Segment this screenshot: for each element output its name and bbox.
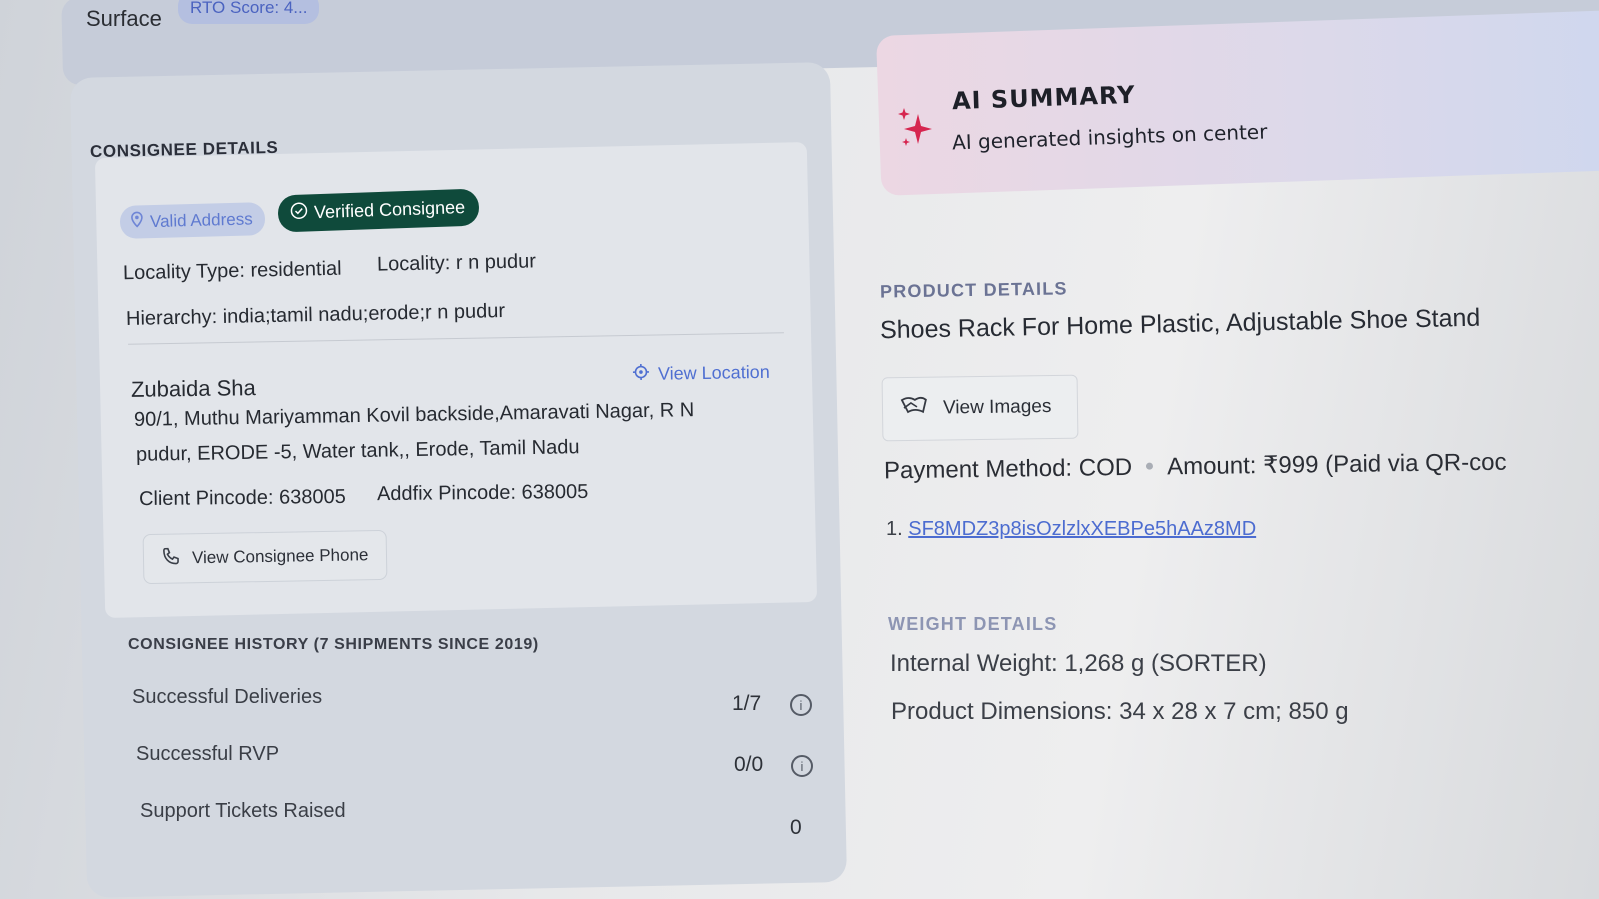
history-value-rvp: 0/0: [734, 753, 764, 776]
valid-address-badge: Valid Address: [119, 202, 266, 239]
phone-icon: [160, 545, 182, 572]
payment-info: Payment Method: COD Amount: ₹999 (Paid vi…: [884, 448, 1507, 486]
sparkle-icon: [896, 106, 936, 150]
consignee-details-title: CONSIGNEE DETAILS: [89, 137, 279, 162]
view-location-link[interactable]: View Location: [632, 361, 770, 386]
verified-consignee-label: Verified Consignee: [313, 196, 466, 223]
tab-surface[interactable]: Surface: [86, 6, 162, 32]
consignee-history-title: CONSIGNEE HISTORY (7 SHIPMENTS SINCE 201…: [128, 636, 539, 653]
weight-details-title: WEIGHT DETAILS: [888, 614, 1058, 634]
client-pincode: Client Pincode: 638005: [138, 485, 346, 511]
history-value-deliveries: 1/7: [732, 692, 762, 715]
view-images-button[interactable]: View Images: [881, 374, 1079, 442]
view-consignee-phone-label: View Consignee Phone: [191, 545, 369, 568]
history-label-deliveries: Successful Deliveries: [132, 686, 323, 708]
awb-index: 1.: [886, 518, 903, 540]
payment-method: Payment Method: COD: [883, 453, 1133, 485]
payment-amount: Amount: ₹999 (Paid via QR-coc: [1166, 448, 1507, 481]
info-icon[interactable]: i: [790, 694, 812, 716]
locality-type: Locality Type: residential: [122, 257, 342, 285]
product-details-title: PRODUCT DETAILS: [879, 278, 1068, 302]
rto-score-badge: RTO Score: 4...: [178, 0, 320, 24]
locality: Locality: r n pudur: [376, 250, 537, 276]
check-circle-icon: [290, 201, 309, 225]
page: Surface RTO Score: 4... CONSIGNEE DETAIL…: [0, 0, 1599, 899]
product-name: Shoes Rack For Home Plastic, Adjustable …: [879, 303, 1481, 345]
history-label-tickets: Support Tickets Raised: [140, 800, 346, 822]
history-label-rvp: Successful RVP: [136, 743, 280, 765]
verified-consignee-badge: Verified Consignee: [277, 188, 480, 233]
view-consignee-phone-button[interactable]: View Consignee Phone: [142, 529, 388, 585]
valid-address-label: Valid Address: [149, 208, 253, 231]
separator-dot: [1146, 462, 1154, 470]
consignee-name: Zubaida Sha: [130, 375, 256, 402]
image-icon: [899, 394, 929, 424]
addfix-pincode: Addfix Pincode: 638005: [376, 480, 589, 506]
awb-link[interactable]: SF8MDZ3p8isOzlzlxXEBPe5hAAz8MD: [908, 518, 1256, 540]
internal-weight: Internal Weight: 1,268 g (SORTER): [890, 650, 1267, 677]
view-images-label: View Images: [942, 396, 1052, 419]
history-value-tickets: 0: [790, 816, 802, 839]
info-icon[interactable]: i: [791, 755, 813, 777]
awb-list-item: 1. SF8MDZ3p8isOzlzlxXEBPe5hAAz8MD: [886, 518, 1256, 541]
crosshair-icon: [632, 363, 650, 386]
view-location-label: View Location: [657, 361, 770, 384]
location-pin-icon: [130, 211, 145, 232]
product-dimensions: Product Dimensions: 34 x 28 x 7 cm; 850 …: [891, 698, 1349, 725]
